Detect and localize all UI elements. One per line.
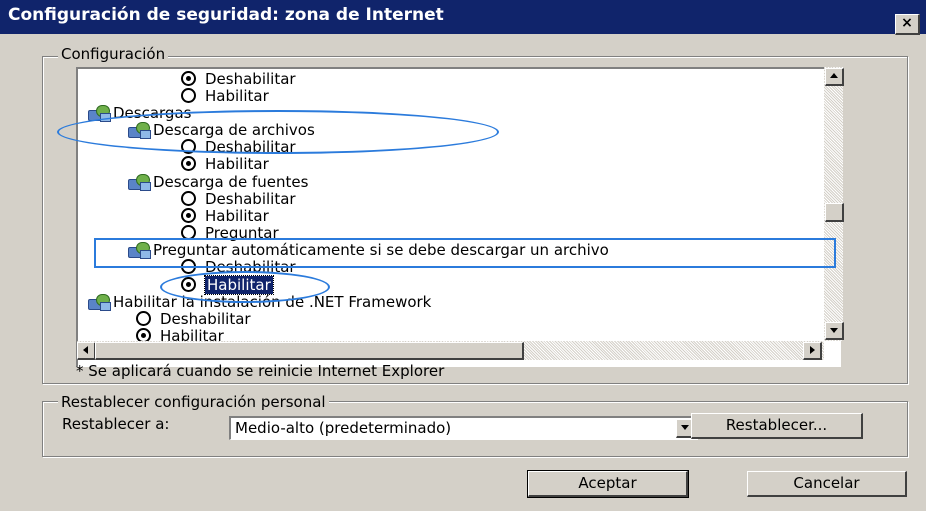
settings-group-legend: Configuración: [58, 45, 169, 63]
reset-level-select[interactable]: Medio-alto (predeterminado): [229, 416, 698, 440]
reset-button[interactable]: Restablecer...: [691, 413, 863, 439]
reset-level-value: Medio-alto (predeterminado): [235, 419, 452, 437]
cancel-button[interactable]: Cancelar: [747, 471, 907, 497]
reset-to-label: Restablecer a:: [62, 415, 170, 433]
scroll-down-button[interactable]: [825, 322, 844, 340]
window-title: Configuración de seguridad: zona de Inte…: [8, 5, 444, 25]
vertical-scroll-thumb[interactable]: [825, 203, 844, 222]
radio-unchecked-icon: [181, 88, 196, 103]
vertical-scrollbar[interactable]: [824, 67, 844, 341]
close-button[interactable]: ×: [895, 14, 920, 35]
arrow-left-icon: [83, 346, 88, 354]
annotation-ellipse: [160, 271, 330, 303]
radio-unchecked-icon: [181, 191, 196, 206]
chevron-down-icon: [681, 425, 689, 430]
scroll-left-button[interactable]: [77, 342, 96, 360]
settings-node-icon: [88, 293, 111, 311]
radio-unchecked-icon: [136, 311, 151, 326]
accept-button[interactable]: Aceptar: [527, 470, 689, 498]
scroll-up-button[interactable]: [825, 68, 844, 86]
horizontal-scroll-thumb[interactable]: [95, 342, 524, 360]
arrow-right-icon: [810, 346, 815, 354]
tree-option-radio[interactable]: Habilitar: [181, 208, 269, 225]
title-bar: Configuración de seguridad: zona de Inte…: [0, 0, 926, 35]
radio-checked-icon: [181, 208, 196, 223]
radio-checked-icon: [181, 156, 196, 171]
settings-node-icon: [128, 173, 151, 191]
tree-option-radio[interactable]: Habilitar: [181, 156, 269, 173]
annotation-rectangle: [94, 238, 836, 268]
reset-group-legend: Restablecer configuración personal: [58, 393, 329, 411]
tree-option-radio[interactable]: Deshabilitar: [181, 191, 296, 208]
annotation-ellipse: [57, 110, 499, 154]
horizontal-scrollbar[interactable]: [77, 341, 824, 360]
scroll-right-button[interactable]: [803, 342, 822, 360]
arrow-up-icon: [830, 73, 838, 78]
restart-note: * Se aplicará cuando se reinicie Interne…: [76, 362, 445, 380]
tree-option-radio[interactable]: Deshabilitar: [181, 71, 296, 88]
tree-option-radio[interactable]: Habilitar: [181, 88, 269, 105]
arrow-down-icon: [830, 328, 838, 333]
tree-setting-descarga-fuentes[interactable]: Descarga de fuentes: [128, 173, 308, 191]
tree-option-radio[interactable]: Deshabilitar: [136, 311, 251, 328]
radio-checked-icon: [181, 71, 196, 86]
